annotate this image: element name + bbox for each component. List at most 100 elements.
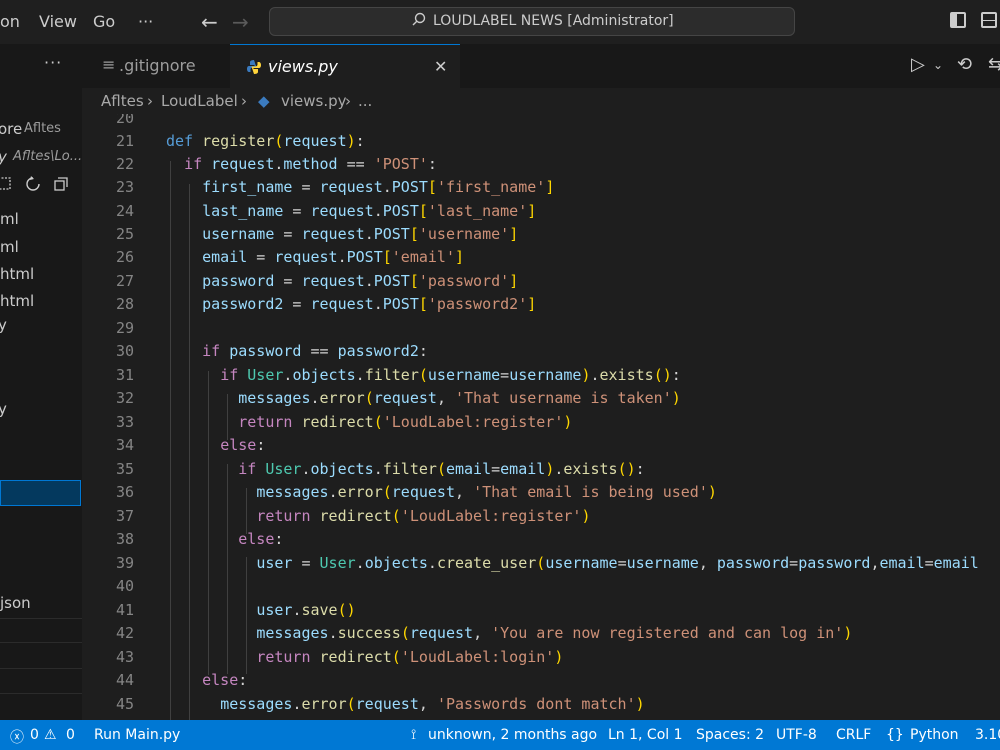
menu-view[interactable]: View: [39, 12, 77, 31]
menu-more[interactable]: ···: [138, 12, 153, 31]
status-bar: ⓧ 0 ⚠ 0 Run Main.py ⟟ unknown, 2 months …: [0, 720, 1000, 750]
tab-gitignore[interactable]: ≡ .gitignore: [82, 44, 230, 88]
breadcrumb: Afltes › LoudLabel › ◆ views.py › ...: [82, 88, 1000, 114]
explorer-sidebar: ··· ore Afltes y Afltes\Lo... ml ml html…: [0, 44, 82, 720]
selected-explorer-item[interactable]: [0, 480, 81, 506]
close-tab-icon[interactable]: ✕: [434, 57, 447, 76]
explorer-file[interactable]: y: [0, 316, 7, 334]
explorer-more-icon[interactable]: ···: [44, 53, 62, 72]
chevron-right-icon: ›: [241, 92, 247, 110]
sidebar-divider: [0, 618, 82, 619]
chevron-right-icon: ›: [147, 92, 153, 110]
code-line: user.save(): [256, 601, 356, 619]
run-icon[interactable]: ▷: [911, 54, 925, 75]
toggle-panel-icon[interactable]: [981, 12, 997, 28]
line-number: 36: [115, 483, 134, 501]
line-number: 35: [115, 460, 134, 478]
menu-selection[interactable]: on: [0, 12, 20, 31]
settings-file-icon: ≡: [102, 55, 116, 74]
line-number: 30: [115, 342, 134, 360]
sidebar-divider: [0, 693, 82, 694]
code-line: messages.success(request, 'You are now r…: [256, 624, 853, 642]
editor-tab-bar: ≡ .gitignore views.py ✕ ▷ ⌄ ⟲ ⇆: [82, 44, 1000, 88]
collapse-all-icon[interactable]: [54, 177, 68, 191]
line-number: 39: [115, 554, 134, 572]
line-number: 24: [115, 202, 134, 220]
new-folder-icon[interactable]: [0, 177, 11, 190]
sidebar-divider: [0, 668, 82, 669]
code-line: if User.objects.filter(username=username…: [220, 366, 681, 384]
python-version[interactable]: 3.10: [975, 727, 1000, 743]
end-of-line[interactable]: CRLF: [836, 727, 871, 743]
timeline-icon[interactable]: ⟲: [957, 54, 972, 75]
line-number: 34: [115, 436, 134, 454]
code-line: return redirect('LoudLabel:register'): [256, 507, 591, 525]
cursor-position[interactable]: Ln 1, Col 1: [608, 727, 683, 743]
breadcrumb-file[interactable]: views.py: [281, 92, 347, 110]
line-number: 27: [115, 272, 134, 290]
python-file-icon: ◆: [258, 92, 270, 110]
title-bar: on View Go ··· ← → LOUDLABEL NEWS [Admin…: [0, 0, 1000, 44]
line-number: 40: [115, 577, 134, 595]
open-editor-gitignore[interactable]: ore: [0, 120, 22, 138]
python-file-icon: [247, 60, 261, 74]
line-number: 28: [115, 295, 134, 313]
line-number: 31: [115, 366, 134, 384]
menu-go[interactable]: Go: [93, 12, 115, 31]
tab-views-py[interactable]: views.py ✕: [230, 44, 460, 88]
breadcrumb-folder[interactable]: Afltes: [101, 92, 144, 110]
language-mode[interactable]: Python: [910, 727, 959, 743]
line-number: 43: [115, 648, 134, 666]
line-number: 37: [115, 507, 134, 525]
refresh-icon[interactable]: [26, 176, 40, 191]
error-count[interactable]: 0: [30, 727, 39, 743]
error-icon[interactable]: ⓧ: [10, 727, 24, 747]
explorer-file[interactable]: html: [0, 265, 34, 283]
search-text: LOUDLABEL NEWS [Administrator]: [433, 13, 674, 29]
breadcrumb-folder[interactable]: LoudLabel: [161, 92, 238, 110]
run-main-button[interactable]: Run Main.py: [94, 727, 180, 743]
toggle-sidebar-icon[interactable]: [950, 12, 966, 28]
command-center-search[interactable]: LOUDLABEL NEWS [Administrator]: [269, 7, 795, 36]
line-number: 29: [115, 319, 134, 337]
code-line: messages.error(request, 'That email is b…: [256, 483, 717, 501]
code-line: user = User.objects.create_user(username…: [256, 554, 979, 572]
line-number: 41: [115, 601, 134, 619]
line-number: 42: [115, 624, 134, 642]
code-line: return redirect('LoudLabel:login'): [256, 648, 564, 666]
code-line: password = request.POST['password']: [202, 272, 519, 290]
explorer-file[interactable]: ml: [0, 210, 19, 228]
line-number: 38: [115, 530, 134, 548]
open-editor-views-path: Afltes\Lo...: [13, 149, 82, 164]
warning-count[interactable]: 0: [66, 727, 75, 743]
line-number: 44: [115, 671, 134, 689]
warning-icon[interactable]: ⚠: [44, 727, 57, 743]
code-line: def register(request):: [166, 132, 365, 150]
line-number: 33: [115, 413, 134, 431]
code-line: if password == password2:: [202, 342, 428, 360]
indentation[interactable]: Spaces: 2: [696, 727, 764, 743]
explorer-file[interactable]: y: [0, 400, 7, 418]
git-blame[interactable]: unknown, 2 months ago: [428, 727, 597, 743]
explorer-file[interactable]: ml: [0, 238, 19, 256]
code-line: if request.method == 'POST':: [184, 155, 437, 173]
open-editor-views[interactable]: y: [0, 148, 7, 166]
code-line: email = request.POST['email']: [202, 248, 465, 266]
line-number: 21: [115, 132, 134, 150]
search-icon: [412, 12, 426, 26]
encoding[interactable]: UTF-8: [776, 727, 817, 743]
breadcrumb-symbol[interactable]: ...: [358, 92, 372, 110]
code-line: username = request.POST['username']: [202, 225, 519, 243]
git-blame-icon: ⟟: [411, 727, 417, 743]
explorer-file[interactable]: html: [0, 292, 34, 310]
line-number: 26: [115, 248, 134, 266]
line-number: 23: [115, 178, 134, 196]
code-editor[interactable]: 20 21 22 23 24 25 26 27 28 29 30 31 32 33 34 35 36 37 38 3…: [82, 114, 1000, 720]
chevron-down-icon[interactable]: ⌄: [933, 58, 943, 72]
forward-arrow-icon[interactable]: →: [232, 10, 249, 34]
compare-icon[interactable]: ⇆: [988, 54, 1000, 75]
open-editor-gitignore-path: Afltes: [24, 121, 61, 136]
back-arrow-icon[interactable]: ←: [201, 10, 218, 34]
line-number: 25: [115, 225, 134, 243]
explorer-file-json[interactable]: json: [0, 594, 31, 612]
